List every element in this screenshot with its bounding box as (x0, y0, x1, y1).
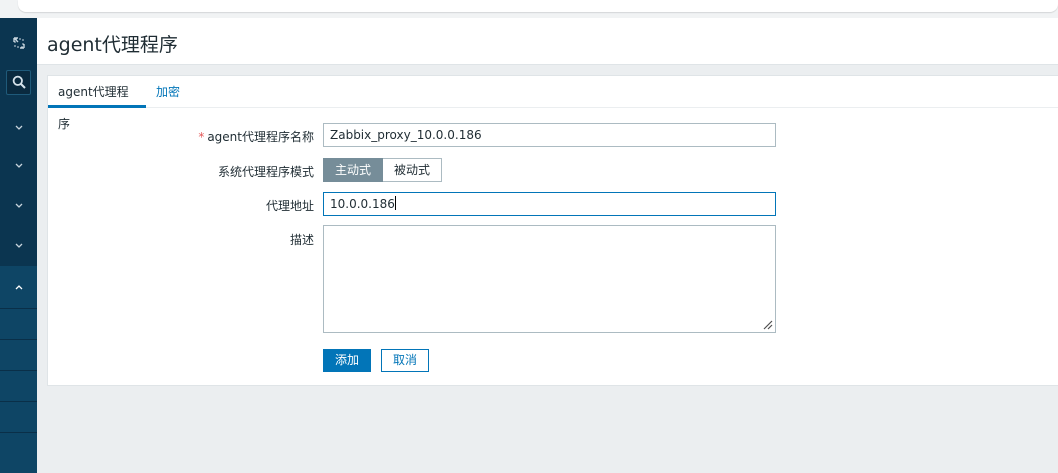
sidebar-submenu-item[interactable] (0, 401, 37, 432)
sidebar-collapse-button[interactable] (0, 28, 37, 58)
tab-bar: agent代理程序 加密 (48, 76, 1058, 131)
tab-agent-proxy[interactable]: agent代理程序 (48, 76, 146, 131)
sidebar-submenu-item[interactable] (0, 432, 37, 473)
chevron-up-icon (15, 285, 22, 290)
chevron-down-icon (15, 243, 22, 248)
proxy-form-panel: agent代理程序 加密 * agent代理程序名称 Zabbix_proxy_1… (47, 75, 1058, 386)
mode-passive-option[interactable]: 被动式 (383, 158, 442, 182)
sidebar-search-button[interactable] (0, 68, 37, 96)
proxy-address-input[interactable]: 10.0.0.186 (323, 192, 776, 216)
chevron-down-icon (15, 203, 22, 208)
sidebar-submenu-item[interactable] (0, 308, 37, 339)
sidebar-menu-2[interactable] (0, 146, 37, 186)
chevron-down-icon (15, 163, 22, 168)
page-header: agent代理程序 (37, 18, 1058, 65)
collapse-icon (12, 37, 25, 49)
browser-strip (0, 0, 1058, 18)
sidebar-submenu-item[interactable] (0, 370, 37, 401)
proxy-address-value: 10.0.0.186 (330, 197, 395, 211)
proxy-address-label: 代理地址 (265, 199, 314, 213)
sidebar (0, 18, 37, 473)
mode-active-option[interactable]: 主动式 (323, 158, 383, 182)
sidebar-menu-5-expanded[interactable] (0, 266, 37, 308)
description-textarea[interactable] (323, 225, 776, 333)
proxy-mode-toggle: 主动式 被动式 (323, 158, 442, 182)
search-box (6, 69, 31, 95)
sidebar-menu-3[interactable] (0, 186, 37, 226)
description-label: 描述 (289, 233, 314, 247)
proxy-name-label-text: agent代理程序名称 (207, 130, 314, 144)
tab-encryption[interactable]: 加密 (146, 76, 190, 108)
chevron-down-icon (15, 125, 22, 130)
browser-address-bar[interactable] (18, 0, 1058, 12)
sidebar-menu-1[interactable] (0, 108, 37, 148)
text-caret (394, 196, 396, 210)
cancel-button[interactable]: 取消 (381, 349, 429, 372)
add-button[interactable]: 添加 (323, 349, 371, 372)
search-icon (12, 75, 26, 89)
proxy-mode-label: 系统代理程序模式 (217, 165, 314, 179)
resize-grip-icon[interactable] (762, 319, 773, 330)
proxy-name-input[interactable]: Zabbix_proxy_10.0.0.186 (323, 123, 776, 147)
sidebar-menu-4[interactable] (0, 226, 37, 266)
proxy-name-label: * agent代理程序名称 (198, 128, 314, 145)
page-title: agent代理程序 (47, 34, 178, 56)
sidebar-submenu-item[interactable] (0, 339, 37, 370)
required-marker: * (198, 130, 205, 144)
